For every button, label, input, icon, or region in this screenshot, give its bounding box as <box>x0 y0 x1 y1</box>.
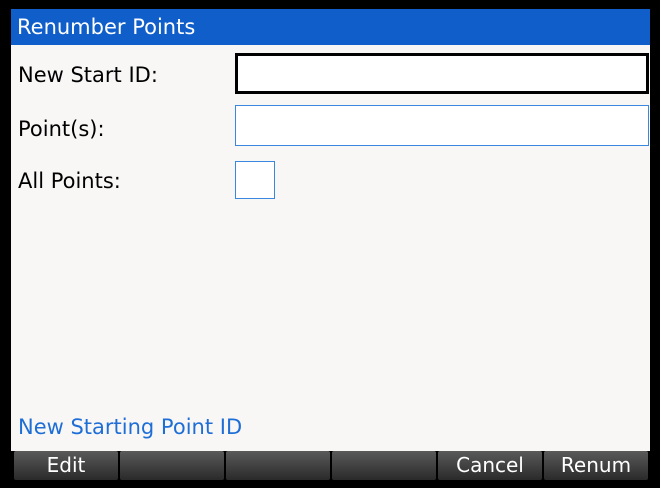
calculator-screen: Renumber Points New Start ID: Point(s): … <box>0 0 660 488</box>
softkey-2[interactable] <box>120 451 224 480</box>
softkey-3[interactable] <box>226 451 330 480</box>
new-start-id-field[interactable] <box>235 53 649 94</box>
softkey-edit[interactable]: Edit <box>14 451 118 480</box>
softkey-4[interactable] <box>332 451 436 480</box>
all-points-checkbox[interactable] <box>235 161 275 199</box>
points-field[interactable] <box>235 105 649 146</box>
help-text: New Starting Point ID <box>18 415 243 439</box>
softkey-cancel[interactable]: Cancel <box>438 451 542 480</box>
dialog-title: Renumber Points <box>11 9 650 45</box>
new-start-id-label: New Start ID: <box>18 63 158 87</box>
softkey-renum[interactable]: Renum <box>544 451 648 480</box>
points-label: Point(s): <box>18 117 105 141</box>
softkey-bar: Edit Cancel Renum <box>11 451 650 480</box>
all-points-label: All Points: <box>18 169 121 193</box>
renumber-points-dialog: Renumber Points New Start ID: Point(s): … <box>11 9 650 480</box>
